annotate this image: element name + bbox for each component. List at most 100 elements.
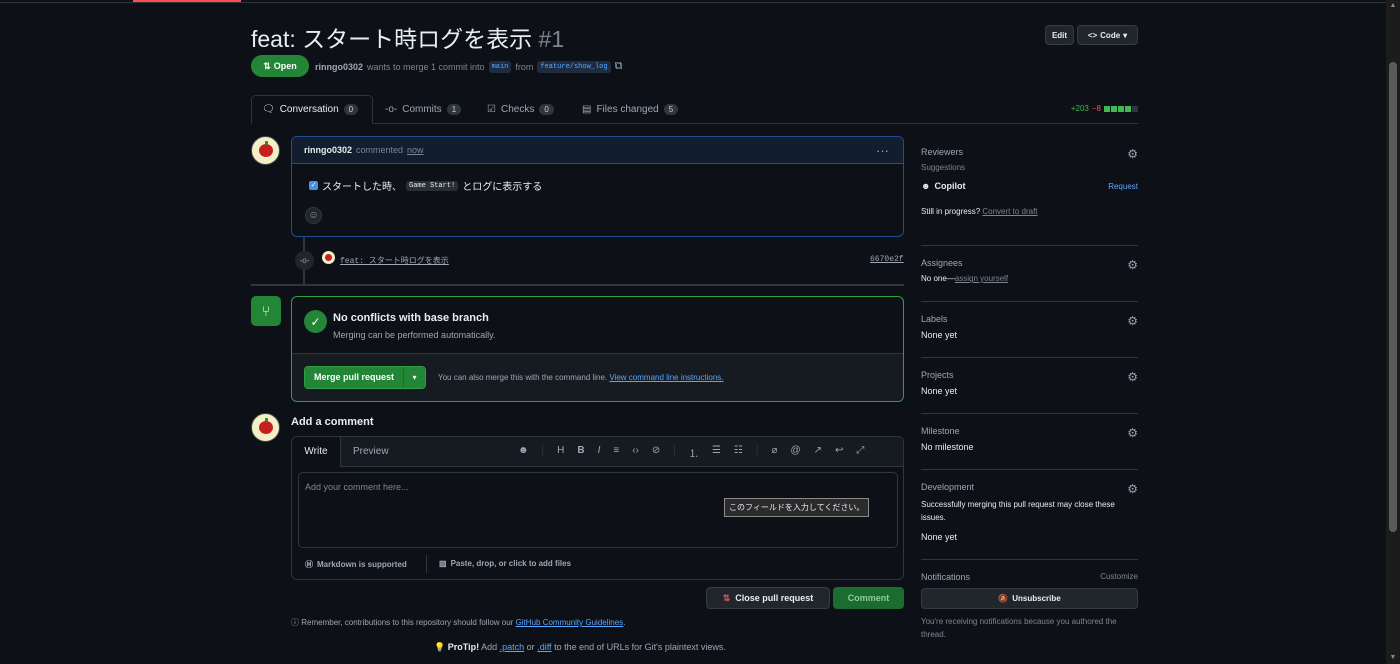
merge-pull-request-button[interactable]: Merge pull request xyxy=(305,367,404,388)
tab-counter: 0 xyxy=(539,104,554,115)
patch-link[interactable]: .patch xyxy=(500,642,525,652)
code-icon[interactable]: ‹› xyxy=(632,445,639,460)
comment-timestamp[interactable]: now xyxy=(407,145,424,155)
guidelines-link[interactable]: GitHub Community Guidelines xyxy=(516,618,624,627)
tab-label: Commits xyxy=(402,104,442,115)
comment-body: ✓ スタートした時、 Game Start! とログに表示する xyxy=(292,164,903,193)
numbered-list-icon[interactable]: ⒈ xyxy=(689,445,699,460)
scroll-down-icon[interactable]: ▼ xyxy=(1386,652,1400,664)
comment-author-link[interactable]: rinngo0302 xyxy=(304,145,352,155)
request-review-button[interactable]: Request xyxy=(1108,182,1138,191)
kebab-horizontal-icon[interactable]: ··· xyxy=(876,143,889,158)
fullscreen-icon[interactable]: ⤢ xyxy=(856,445,864,460)
milestone-title[interactable]: Milestone xyxy=(921,426,1138,436)
toolbar-divider: | xyxy=(755,445,759,456)
comment-button[interactable]: Comment xyxy=(833,587,904,609)
gear-icon[interactable]: ⚙ xyxy=(1127,147,1138,161)
task-list-icon[interactable]: ☷ xyxy=(734,445,743,460)
bold-icon[interactable]: B xyxy=(577,445,584,460)
comment-editor: Write Preview ☻ | H B I ≡ ‹› ⊘ | ⒈ ☰ ☷ |… xyxy=(291,436,904,580)
sidebar-milestone: Milestone ⚙ No milestone xyxy=(921,426,1138,470)
sidebar-reviewers: Reviewers ⚙ Suggestions ☻ Copilot Reques… xyxy=(921,147,1138,246)
scrollbar-thumb[interactable] xyxy=(1389,62,1397,532)
code-button-label: Code xyxy=(1100,30,1121,40)
labels-value: None yet xyxy=(921,330,958,340)
base-branch[interactable]: main xyxy=(488,60,512,73)
tab-preview[interactable]: Preview xyxy=(353,437,389,467)
toolbar-divider: | xyxy=(541,445,545,456)
merge-status-subtitle: Merging can be performed automatically. xyxy=(333,330,496,340)
edit-button[interactable]: Edit xyxy=(1045,25,1074,45)
gear-icon[interactable]: ⚙ xyxy=(1127,258,1138,272)
markdown-hint[interactable]: Ⓜ Markdown is supported xyxy=(305,559,407,570)
italic-icon[interactable]: I xyxy=(598,445,601,460)
cross-reference-icon[interactable]: ↗ xyxy=(814,445,822,460)
scrollbar[interactable]: ▲ ▼ xyxy=(1386,0,1400,664)
diff-link[interactable]: .diff xyxy=(537,642,551,652)
tab-conversation[interactable]: 🗨 Conversation 0 xyxy=(251,95,373,124)
tab-checks[interactable]: ☑ Checks 0 xyxy=(477,95,564,124)
copilot-icon[interactable]: ☻ xyxy=(518,445,529,460)
projects-title[interactable]: Projects xyxy=(921,370,1138,380)
cli-instructions-link[interactable]: View command line instructions. xyxy=(609,373,723,382)
smiley-icon[interactable]: ☺ xyxy=(305,207,322,224)
caret-down-icon: ▾ xyxy=(1123,30,1128,40)
link-icon[interactable]: ⊘ xyxy=(652,445,660,460)
cli-text: You can also merge this with the command… xyxy=(438,373,608,382)
protip-label: ProTip! xyxy=(447,642,480,652)
convert-to-draft-link[interactable]: Convert to draft xyxy=(982,207,1037,216)
pr-author-link[interactable]: rinngo0302 xyxy=(315,62,363,72)
merge-text: wants to merge 1 commit into xyxy=(367,61,485,72)
tab-label: Conversation xyxy=(279,104,339,115)
heading-icon[interactable]: H xyxy=(557,445,564,460)
copy-icon[interactable]: ⧉ xyxy=(615,60,623,73)
development-desc: Successfully merging this pull request m… xyxy=(921,500,1115,522)
pr-title: feat: スタート時ログを表示 xyxy=(251,26,533,52)
comment-body-text: スタートした時、 xyxy=(322,182,402,193)
gear-icon[interactable]: ⚙ xyxy=(1127,370,1138,384)
unsubscribe-label: Unsubscribe xyxy=(1012,594,1061,603)
merge-box: ✓ No conflicts with base branch Merging … xyxy=(291,296,904,402)
labels-title[interactable]: Labels xyxy=(921,314,1138,324)
toolbar-divider: | xyxy=(673,445,676,456)
commit-avatar xyxy=(322,251,335,264)
copilot-icon: ☻ xyxy=(921,181,931,191)
close-pull-request-button[interactable]: ⇅ Close pull request xyxy=(706,587,830,609)
tab-write[interactable]: Write xyxy=(292,437,341,467)
assignees-title[interactable]: Assignees xyxy=(921,258,1138,268)
development-title[interactable]: Development xyxy=(921,482,1138,492)
task-checkbox[interactable]: ✓ xyxy=(309,181,318,190)
attach-icon[interactable]: ⌀ xyxy=(771,445,777,460)
gear-icon[interactable]: ⚙ xyxy=(1127,314,1138,328)
protip-add: Add xyxy=(481,642,498,652)
attach-files-hint[interactable]: ▨ Paste, drop, or click to add files xyxy=(439,559,571,568)
git-merge-icon: ⑂ xyxy=(251,296,281,326)
avatar[interactable] xyxy=(251,413,280,442)
merge-dropdown-caret-icon[interactable]: ▾ xyxy=(403,367,426,388)
gear-icon[interactable]: ⚙ xyxy=(1127,482,1138,496)
reply-icon[interactable]: ↩ xyxy=(835,445,843,460)
apple-avatar-icon xyxy=(258,141,273,157)
commit-sha-link[interactable]: 6670e2f xyxy=(870,255,904,264)
scroll-up-icon[interactable]: ▲ xyxy=(1386,0,1400,12)
customize-link[interactable]: Customize xyxy=(1100,572,1138,581)
unsubscribe-button[interactable]: 🔕 Unsubscribe xyxy=(921,588,1138,609)
comment-body-text-2: とログに表示する xyxy=(462,182,543,193)
avatar[interactable] xyxy=(251,136,280,165)
bulleted-list-icon[interactable]: ☰ xyxy=(712,445,721,460)
mention-icon[interactable]: @ xyxy=(790,445,800,460)
assign-yourself-link[interactable]: assign yourself xyxy=(955,274,1008,283)
quote-icon[interactable]: ≡ xyxy=(613,445,619,460)
head-branch[interactable]: feature/show_log xyxy=(537,60,611,73)
remember-text: Remember, contributions to this reposito… xyxy=(301,618,514,627)
check-icon: ✓ xyxy=(304,310,327,333)
comment-placeholder: Add your comment here... xyxy=(305,482,409,492)
tab-files-changed[interactable]: ▤ Files changed 5 xyxy=(572,95,688,124)
pull-request-closed-icon: ⇅ xyxy=(722,592,731,603)
tab-commits[interactable]: -o- Commits 1 xyxy=(375,95,471,124)
state-label: Open xyxy=(273,61,297,71)
reviewers-title[interactable]: Reviewers xyxy=(921,147,1138,157)
gear-icon[interactable]: ⚙ xyxy=(1127,426,1138,440)
code-button[interactable]: <> Code ▾ xyxy=(1077,25,1138,45)
commit-message-link[interactable]: feat: スタート時ログを表示 xyxy=(340,255,449,266)
